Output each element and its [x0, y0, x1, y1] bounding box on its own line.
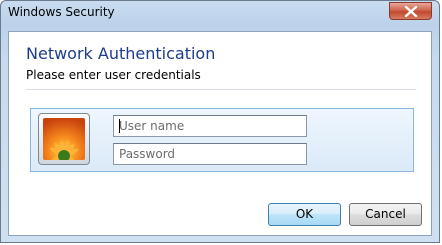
- password-input[interactable]: [113, 143, 307, 165]
- dialog-subheading: Please enter user credentials: [26, 68, 201, 82]
- username-input[interactable]: [113, 115, 307, 137]
- close-button[interactable]: [389, 2, 432, 20]
- title-bar[interactable]: Windows Security: [1, 1, 439, 27]
- security-dialog-window: Windows Security Network Authentication …: [0, 0, 440, 243]
- text-caret: [119, 119, 120, 133]
- window-title: Windows Security: [8, 5, 115, 19]
- divider: [26, 89, 416, 90]
- cancel-button[interactable]: Cancel: [349, 203, 422, 226]
- ok-button[interactable]: OK: [268, 203, 341, 226]
- user-picture: [38, 113, 90, 165]
- credential-tile[interactable]: [30, 108, 414, 172]
- close-icon: [404, 6, 418, 17]
- flower-user-icon: [43, 118, 85, 160]
- dialog-heading: Network Authentication: [26, 44, 216, 63]
- dialog-content: Network Authentication Please enter user…: [8, 31, 432, 236]
